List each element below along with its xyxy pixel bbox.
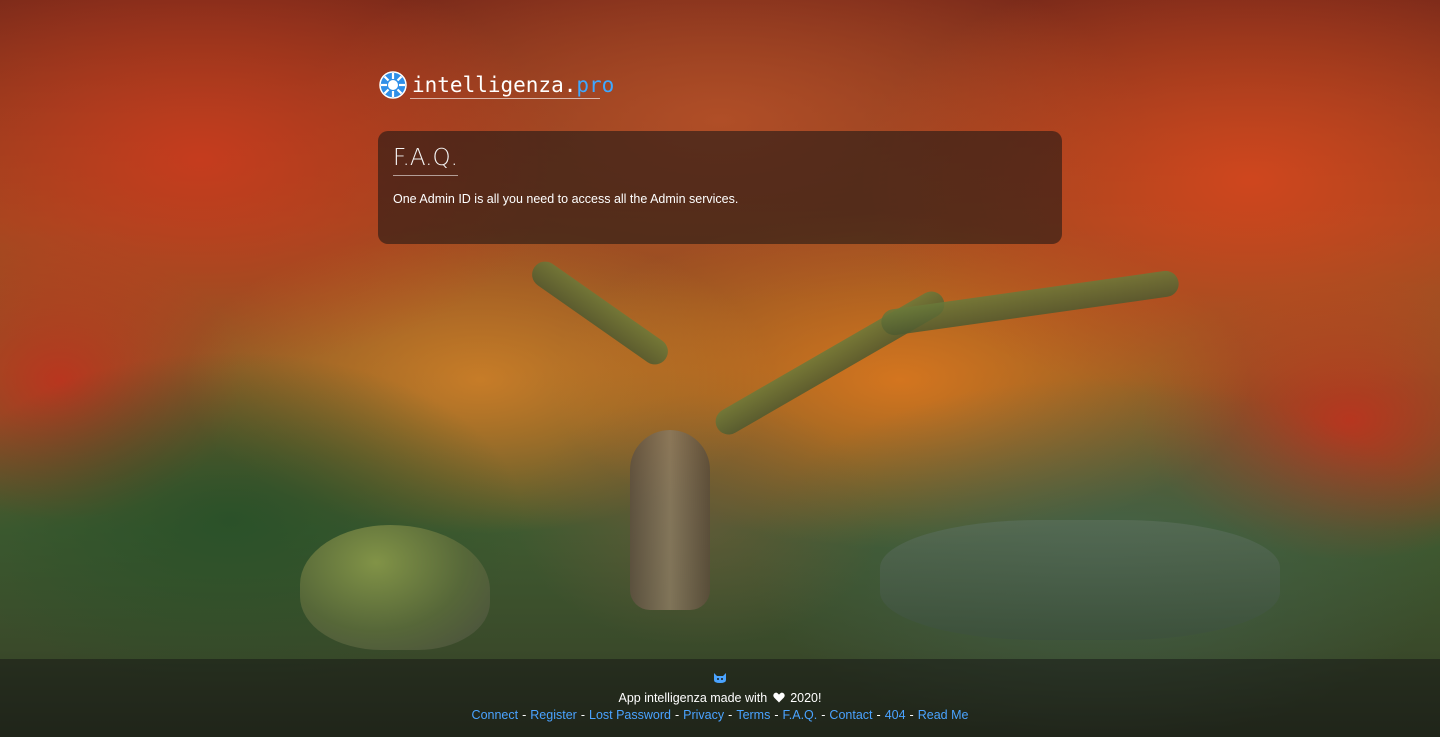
footer-separator: - [774, 708, 779, 722]
logo-text: intelligenza. [412, 73, 577, 97]
footer-link-404[interactable]: 404 [885, 708, 906, 722]
footer-separator: - [674, 708, 680, 722]
footer-credit-prefix: App intelligenza made with [618, 691, 768, 705]
page-title: F.A.Q. [393, 145, 458, 176]
footer-link-connect[interactable]: Connect [472, 708, 519, 722]
footer-link-privacy[interactable]: Privacy [683, 708, 724, 722]
heart-icon [773, 692, 785, 703]
logo-link[interactable]: intelligenza.pro [412, 73, 614, 97]
footer-link-lost-password[interactable]: Lost Password [589, 708, 671, 722]
gear-globe-icon[interactable] [378, 70, 408, 100]
footer-links: Connect - Register - Lost Password - Privacy - T… [0, 708, 1440, 722]
footer-separator: - [909, 708, 914, 722]
background-pond [880, 520, 1280, 640]
faq-card: F.A.Q. One Admin ID is all you need to a… [378, 131, 1062, 244]
footer-link-read-me[interactable]: Read Me [918, 708, 969, 722]
logo-underline [410, 98, 600, 99]
footer-separator: - [728, 708, 733, 722]
background-mossy-rock [300, 525, 490, 650]
footer-link-contact[interactable]: Contact [829, 708, 872, 722]
footer-credit: App intelligenza made with 2020! [0, 691, 1440, 705]
footer-credit-year: 2020! [790, 691, 822, 705]
footer-link-terms[interactable]: Terms [736, 708, 770, 722]
site-footer: App intelligenza made with 2020! Connect… [0, 659, 1440, 737]
github-cat-icon[interactable] [713, 672, 727, 684]
background-image [0, 0, 1440, 737]
footer-separator: - [522, 708, 527, 722]
logo-accent-text: pro [576, 73, 615, 97]
footer-separator: - [876, 708, 881, 722]
background-tree-trunk [630, 430, 710, 610]
footer-link-register[interactable]: Register [530, 708, 577, 722]
footer-link-faq[interactable]: F.A.Q. [783, 708, 818, 722]
background-branch-left [527, 256, 673, 370]
faq-text: One Admin ID is all you need to access a… [393, 192, 739, 206]
footer-separator: - [580, 708, 585, 722]
footer-separator: - [821, 708, 826, 722]
site-header: intelligenza.pro [378, 70, 614, 100]
